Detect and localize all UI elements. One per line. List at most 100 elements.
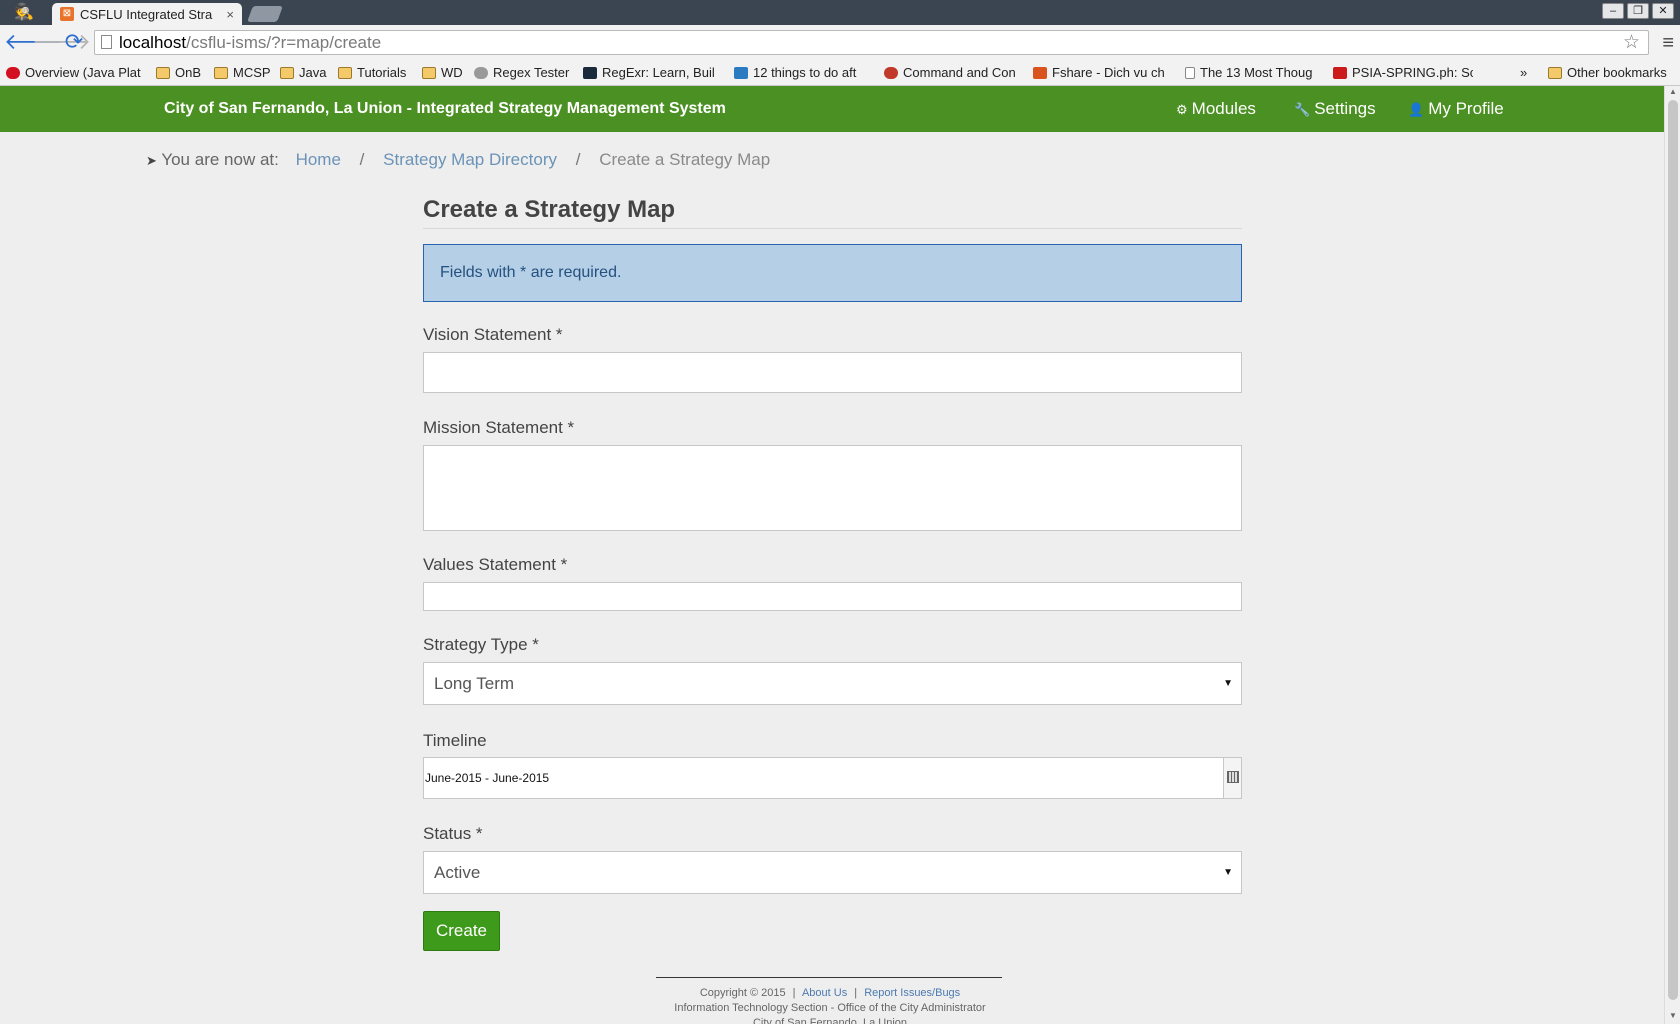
tab-title: CSFLU Integrated Stra — [80, 6, 213, 22]
page-icon — [1185, 67, 1195, 79]
footer-line-2: Information Technology Section - Office … — [674, 1002, 986, 1014]
regexr-icon — [583, 67, 597, 79]
bookmark-item[interactable]: Fshare - Dich vu ch — [1033, 64, 1169, 82]
forward-arrow-icon[interactable]: 🡒 — [32, 29, 91, 55]
values-label: Values Statement * — [423, 555, 568, 574]
bookmarks-bar: Overview (Java Plat OnB MCSP Java Tutori… — [0, 61, 1680, 86]
calendar-icon — [1227, 771, 1239, 783]
wrench-icon: 🔧 — [1294, 102, 1311, 117]
breadcrumb-prefix: You are now at: — [161, 150, 279, 169]
youtube-icon — [1333, 67, 1347, 79]
bookmark-folder[interactable]: OnB — [156, 64, 206, 82]
nav-my-profile[interactable]: 👤 My Profile — [1408, 86, 1504, 133]
browser-toolbar: 🡐 🡒 ⟳ localhost/csflu-isms/?r=map/create… — [0, 25, 1680, 61]
restore-button[interactable]: ❐ — [1627, 3, 1649, 19]
footer-copyright: Copyright © 2015 — [699, 987, 786, 999]
footer-about-link[interactable]: About Us — [802, 987, 847, 999]
bookmark-item[interactable]: 12 things to do aft — [734, 64, 872, 82]
app-navbar: City of San Fernando, La Union - Integra… — [0, 86, 1664, 132]
create-button[interactable]: Create — [423, 911, 500, 951]
breadcrumb-home-link[interactable]: Home — [296, 150, 341, 169]
page-scrollbar[interactable]: ▲ ▼ — [1664, 86, 1680, 1024]
folder-icon — [280, 67, 294, 79]
favicon-icon: ⊠ — [60, 7, 74, 21]
strategy-type-label: Strategy Type * — [423, 635, 539, 654]
breadcrumb-separator: / — [575, 150, 581, 169]
footer-line-1: Copyright © 2015 | About Us | Report Iss… — [699, 987, 961, 999]
reload-icon[interactable]: ⟳ — [61, 29, 87, 55]
folder-icon — [1548, 67, 1562, 79]
gear-icon — [474, 67, 488, 79]
timeline-value: June-2015 - June-2015 — [425, 771, 550, 785]
bookmark-folder[interactable]: MCSP — [214, 64, 274, 82]
bookmark-item[interactable]: Command and Con — [884, 64, 1020, 82]
folder-icon — [214, 67, 228, 79]
breadcrumb-separator: / — [359, 150, 365, 169]
chevron-down-icon: ▼ — [1223, 867, 1233, 878]
other-bookmarks-folder[interactable]: Other bookmarks — [1548, 64, 1678, 82]
close-window-button[interactable]: ✕ — [1652, 3, 1674, 19]
bookmark-star-icon[interactable]: ☆ — [1623, 31, 1640, 54]
oracle-icon — [6, 67, 20, 79]
folder-icon — [338, 67, 352, 79]
breadcrumb-directory-link[interactable]: Strategy Map Directory — [383, 150, 557, 169]
status-value: Active — [434, 863, 481, 882]
title-divider — [423, 228, 1242, 229]
bookmark-folder[interactable]: WD — [422, 64, 467, 82]
footer-line-3: City of San Fernando, La Union — [752, 1017, 908, 1024]
vision-label: Vision Statement * — [423, 325, 563, 344]
required-fields-notice: Fields with * are required. — [423, 244, 1242, 302]
back-arrow-icon[interactable]: 🡐 — [4, 29, 63, 55]
nav-modules[interactable]: ⚙ Modules — [1176, 86, 1256, 133]
bookmark-item[interactable]: PSIA-SPRING.ph: Sc — [1333, 64, 1473, 82]
footer-divider — [656, 977, 1002, 978]
user-icon: 👤 — [1408, 102, 1425, 117]
bookmark-item[interactable]: The 13 Most Thoug — [1185, 64, 1319, 82]
incognito-icon: 🕵 — [14, 4, 34, 21]
mission-label: Mission Statement * — [423, 418, 575, 437]
new-tab-button[interactable] — [247, 6, 283, 22]
address-bar[interactable]: localhost/csflu-isms/?r=map/create ☆ — [94, 30, 1649, 55]
url-host: localhost — [119, 33, 187, 52]
bookmark-item[interactable]: Regex Tester — [474, 64, 580, 82]
firefox-icon — [884, 67, 898, 79]
fshare-icon — [1033, 67, 1047, 79]
bookmark-folder[interactable]: Tutorials — [338, 64, 418, 82]
location-arrow-icon: ➤ — [146, 153, 157, 168]
page-title: Create a Strategy Map — [423, 196, 676, 223]
minimize-button[interactable]: – — [1602, 3, 1624, 19]
folder-icon — [422, 67, 436, 79]
browser-tab[interactable]: ⊠ CSFLU Integrated Stra × — [52, 3, 242, 25]
app-brand[interactable]: City of San Fernando, La Union - Integra… — [164, 86, 726, 132]
footer-report-link[interactable]: Report Issues/Bugs — [864, 987, 960, 999]
bookmarks-overflow-button[interactable]: » — [1520, 64, 1527, 82]
nav-settings[interactable]: 🔧 Settings — [1294, 86, 1376, 133]
timeline-input[interactable]: June-2015 - June-2015 — [423, 757, 1242, 799]
browser-tab-strip: 🕵 ⊠ CSFLU Integrated Stra × – ❐ ✕ — [0, 0, 1680, 25]
status-select[interactable]: Active ▼ — [423, 851, 1242, 894]
bookmark-item[interactable]: RegExr: Learn, Buil — [583, 64, 721, 82]
strategy-type-select[interactable]: Long Term ▼ — [423, 662, 1242, 705]
breadcrumb: ➤ You are now at: Home / Strategy Map Di… — [146, 150, 770, 170]
vision-statement-input[interactable] — [423, 352, 1242, 393]
calendar-button[interactable] — [1223, 758, 1241, 798]
scroll-up-icon[interactable]: ▲ — [1665, 86, 1680, 98]
footer: Copyright © 2015 | About Us | Report Iss… — [600, 986, 1060, 1024]
status-label: Status * — [423, 824, 483, 843]
cogs-icon: ⚙ — [1176, 102, 1188, 117]
folder-icon — [156, 67, 170, 79]
strategy-type-value: Long Term — [434, 674, 515, 693]
scroll-down-icon[interactable]: ▼ — [1665, 1010, 1680, 1022]
timeline-label: Timeline — [423, 731, 487, 750]
values-statement-input[interactable] — [423, 582, 1242, 611]
bookmark-folder[interactable]: Java — [280, 64, 330, 82]
tab-close-icon[interactable]: × — [226, 7, 234, 22]
chevron-down-icon: ▼ — [1223, 678, 1233, 689]
page-icon — [101, 35, 112, 49]
browser-menu-icon[interactable]: ≡ — [1662, 30, 1674, 56]
wordpress-icon — [734, 67, 748, 79]
mission-statement-textarea[interactable] — [423, 445, 1242, 531]
breadcrumb-current: Create a Strategy Map — [599, 150, 771, 169]
bookmark-item[interactable]: Overview (Java Plat — [6, 64, 146, 82]
scroll-thumb[interactable] — [1668, 100, 1678, 1000]
